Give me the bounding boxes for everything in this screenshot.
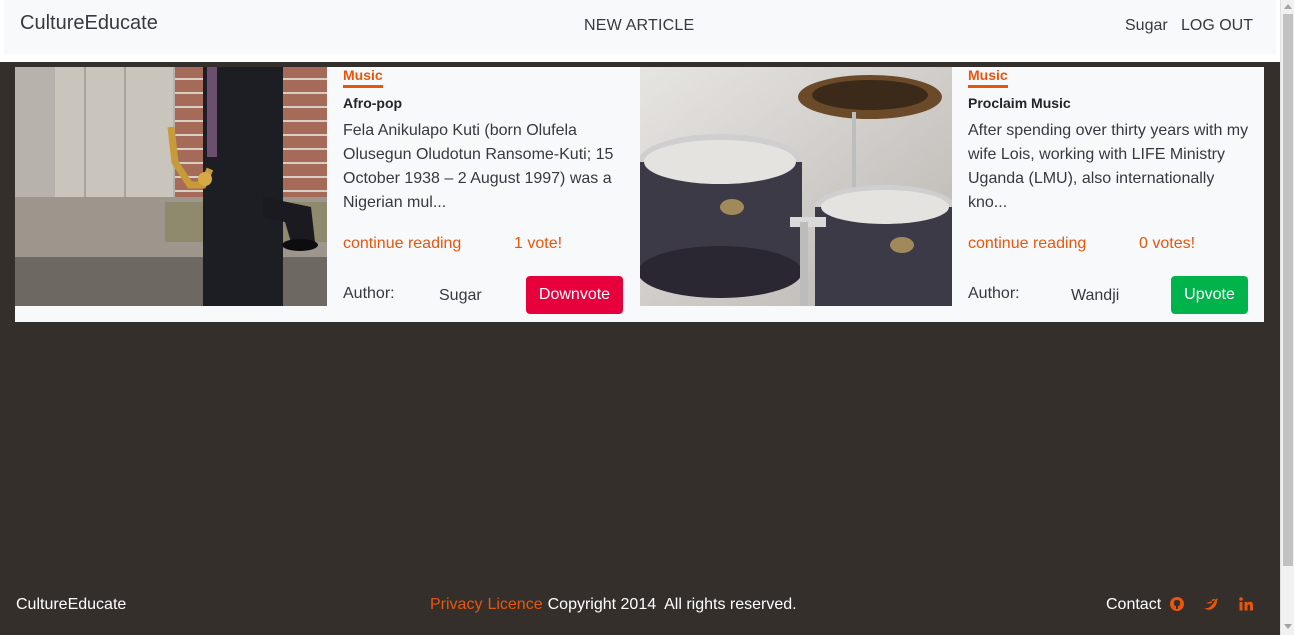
licence-link[interactable]: Licence xyxy=(487,596,542,613)
author-name: Wandji xyxy=(1071,287,1120,304)
footer-brand[interactable]: CultureEducate xyxy=(16,596,126,614)
navbar: CultureEducate NEW ARTICLE Sugar LOG OUT xyxy=(0,0,1280,62)
article-card: Music Proclaim Music After spending over… xyxy=(640,67,1265,322)
privacy-link[interactable]: Privacy xyxy=(430,596,482,613)
category-tag[interactable]: Music xyxy=(343,67,383,88)
username-link[interactable]: Sugar xyxy=(1125,17,1168,35)
vote-count: 1 vote! xyxy=(514,235,563,252)
github-icon[interactable] xyxy=(1169,596,1187,614)
article-title: Afro-pop xyxy=(343,95,403,111)
new-article-link[interactable]: NEW ARTICLE xyxy=(584,17,694,35)
scroll-down-arrow-icon[interactable] xyxy=(1284,624,1292,629)
scrollbar-thumb[interactable] xyxy=(1283,14,1293,566)
article-body: Music Afro-pop Fela Anikulapo Kuti (born… xyxy=(343,67,628,322)
page-background: CultureEducate NEW ARTICLE Sugar LOG OUT xyxy=(0,0,1280,635)
upvote-button[interactable]: Upvote xyxy=(1171,276,1248,314)
author-label: Author: xyxy=(343,285,395,302)
footer-links: Privacy Licence Copyright 2014 All rights r… xyxy=(430,596,797,614)
linkedin-icon[interactable] xyxy=(1238,596,1256,614)
brand-link[interactable]: CultureEducate xyxy=(20,12,158,35)
navbar-inner: CultureEducate NEW ARTICLE Sugar LOG OUT xyxy=(4,0,1276,54)
article-body: Music Proclaim Music After spending over… xyxy=(968,67,1253,322)
rights-text: All rights reserved. xyxy=(664,596,797,613)
author-label: Author: xyxy=(968,285,1020,302)
author-name: Sugar xyxy=(439,287,482,304)
continue-reading-link[interactable]: continue reading xyxy=(343,235,461,253)
copyright-text: Copyright 2014 xyxy=(547,596,657,613)
article-excerpt: After spending over thirty years with my… xyxy=(968,122,1249,211)
article-image-saxophone[interactable] xyxy=(15,67,327,306)
twitter-icon[interactable] xyxy=(1203,596,1221,614)
article-card: Music Afro-pop Fela Anikulapo Kuti (born… xyxy=(15,67,640,322)
downvote-button[interactable]: Downvote xyxy=(526,276,623,314)
contact-link[interactable]: Contact xyxy=(1106,596,1161,614)
logout-link[interactable]: LOG OUT xyxy=(1181,17,1253,35)
article-excerpt: Fela Anikulapo Kuti (born Olufela Oluseg… xyxy=(343,122,614,211)
scrollbar[interactable] xyxy=(1280,0,1294,635)
article-image-drums[interactable] xyxy=(640,67,952,306)
vote-count: 0 votes! xyxy=(1139,235,1196,252)
article-title: Proclaim Music xyxy=(968,95,1071,111)
continue-reading-link[interactable]: continue reading xyxy=(968,235,1086,253)
article-list: Music Afro-pop Fela Anikulapo Kuti (born… xyxy=(15,67,1264,322)
scroll-up-arrow-icon[interactable] xyxy=(1284,4,1292,9)
category-tag[interactable]: Music xyxy=(968,67,1008,88)
